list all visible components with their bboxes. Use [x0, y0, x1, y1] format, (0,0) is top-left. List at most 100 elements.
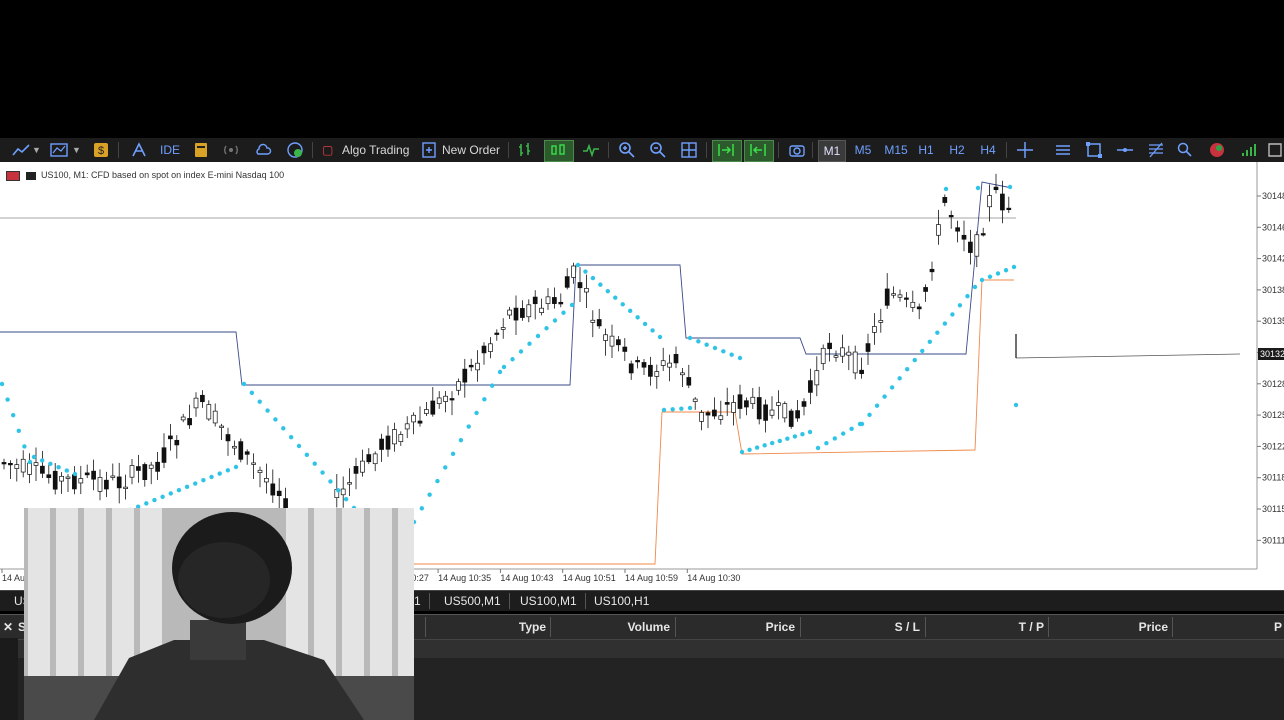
cloud-icon[interactable] — [254, 141, 272, 159]
candle-body — [436, 397, 442, 404]
candle-body — [993, 186, 999, 191]
algo-trading-button[interactable]: Algo Trading — [342, 140, 409, 160]
sar-dot — [882, 394, 887, 399]
webcam-overlay — [24, 508, 414, 720]
column-current-price[interactable]: Price — [1052, 619, 1168, 635]
timeframe-h1[interactable]: H1 — [914, 140, 938, 160]
sar-dot — [849, 426, 854, 431]
candle-body — [417, 420, 423, 424]
column-volume[interactable]: Volume — [556, 619, 670, 635]
vps-icon[interactable] — [286, 141, 304, 159]
horizontal-lines-icon[interactable] — [1054, 141, 1072, 159]
candle-body — [622, 346, 628, 352]
search-icon[interactable] — [1176, 141, 1194, 159]
screenshot-icon[interactable] — [788, 141, 806, 159]
candle-body — [891, 293, 896, 296]
sar-dot — [824, 441, 829, 446]
chart-tab-us500-m1[interactable]: US500,M1 — [436, 593, 510, 609]
rectangle-tool-icon[interactable] — [1085, 141, 1103, 159]
candle-body — [942, 197, 948, 203]
candlestick-chart-icon[interactable] — [549, 141, 567, 159]
candle-body — [878, 320, 884, 323]
crosshair-icon[interactable] — [1016, 141, 1034, 159]
auto-scroll-icon[interactable] — [717, 141, 735, 159]
sar-dot — [544, 326, 549, 331]
strategy-tester-icon[interactable] — [192, 141, 210, 159]
webcam-image — [24, 508, 414, 720]
candle-body — [737, 394, 743, 409]
account-icon[interactable] — [1208, 141, 1226, 159]
chart-tab-us100-m1[interactable]: US100,M1 — [512, 593, 586, 609]
time-label: 14 Aug 10:51 — [563, 573, 616, 583]
sar-dot — [889, 385, 895, 390]
sar-dot — [296, 443, 302, 449]
time-label: 14 Aug 10:59 — [625, 573, 678, 583]
signals-icon[interactable] — [222, 141, 240, 159]
ide-button[interactable]: IDE — [160, 140, 180, 160]
metaeditor-icon[interactable] — [130, 141, 148, 159]
market-icon[interactable]: $ — [92, 141, 110, 159]
chart-tab-us100-h1[interactable]: US100,H1 — [586, 593, 657, 609]
sar-dot — [792, 434, 798, 439]
sar-dot — [987, 274, 993, 279]
fibonacci-icon[interactable] — [1147, 141, 1165, 159]
candle-body — [187, 418, 192, 426]
candle-body — [180, 416, 186, 421]
sar-dot — [627, 308, 633, 314]
column-price[interactable]: Price — [680, 619, 795, 635]
sar-dot — [535, 333, 541, 339]
zoom-out-icon[interactable] — [649, 141, 667, 159]
column-take-profit[interactable]: T / P — [930, 619, 1044, 635]
candle-body — [46, 474, 52, 478]
candle-body — [859, 369, 864, 375]
sar-dot — [965, 293, 970, 299]
indicators-icon[interactable] — [50, 141, 68, 159]
sar-dot — [950, 312, 955, 317]
sar-dot — [739, 449, 745, 455]
candle-body — [449, 398, 455, 401]
timeframe-m5[interactable]: M5 — [850, 140, 876, 160]
sar-dot — [943, 186, 949, 192]
sar-dot — [435, 478, 440, 484]
sar-dot — [11, 413, 16, 418]
candle-body — [110, 475, 116, 478]
indicators-dropdown-icon[interactable]: ▼ — [72, 140, 81, 160]
timeframe-h4[interactable]: H4 — [976, 140, 1000, 160]
candle-body — [468, 364, 474, 368]
expand-icon[interactable] — [1266, 141, 1284, 159]
sar-dot — [598, 282, 603, 287]
chart-type-dropdown-icon[interactable]: ▼ — [32, 140, 41, 160]
candle-body — [398, 434, 404, 442]
bar-chart-icon[interactable] — [516, 141, 534, 159]
new-order-button[interactable]: New Order — [442, 140, 500, 160]
candle-body — [424, 409, 429, 414]
timeframe-h2[interactable]: H2 — [945, 140, 969, 160]
trendline-icon[interactable] — [1116, 141, 1134, 159]
column-type[interactable]: Type — [430, 619, 546, 635]
candle-body — [897, 294, 903, 298]
column-profit[interactable]: P — [1176, 619, 1282, 635]
lower-channel-line — [414, 279, 1014, 565]
candle-body — [430, 400, 436, 415]
candle-body — [948, 214, 954, 218]
line-chart-icon[interactable] — [582, 141, 600, 159]
price-label: 30122 — [1262, 441, 1284, 451]
chart-type-icon[interactable] — [12, 141, 30, 159]
candle-body — [776, 402, 781, 406]
candle-body — [142, 464, 148, 480]
sar-dot — [957, 303, 963, 308]
sar-dot — [800, 432, 805, 437]
sar-dot — [935, 330, 940, 335]
sar-dot — [419, 506, 425, 511]
sar-dot — [995, 271, 1001, 276]
chart-shift-icon[interactable] — [749, 141, 767, 159]
signal-strength-icon[interactable] — [1240, 141, 1258, 159]
zoom-in-icon[interactable] — [618, 141, 636, 159]
timeframe-m15[interactable]: M15 — [880, 140, 912, 160]
sar-dot — [489, 383, 495, 388]
timeframe-m1[interactable]: M1 — [818, 140, 846, 162]
candle-body — [155, 461, 160, 472]
tile-windows-icon[interactable] — [680, 141, 698, 159]
column-stop-loss[interactable]: S / L — [805, 619, 920, 635]
close-toolbox-icon[interactable]: ✕ — [2, 619, 14, 635]
